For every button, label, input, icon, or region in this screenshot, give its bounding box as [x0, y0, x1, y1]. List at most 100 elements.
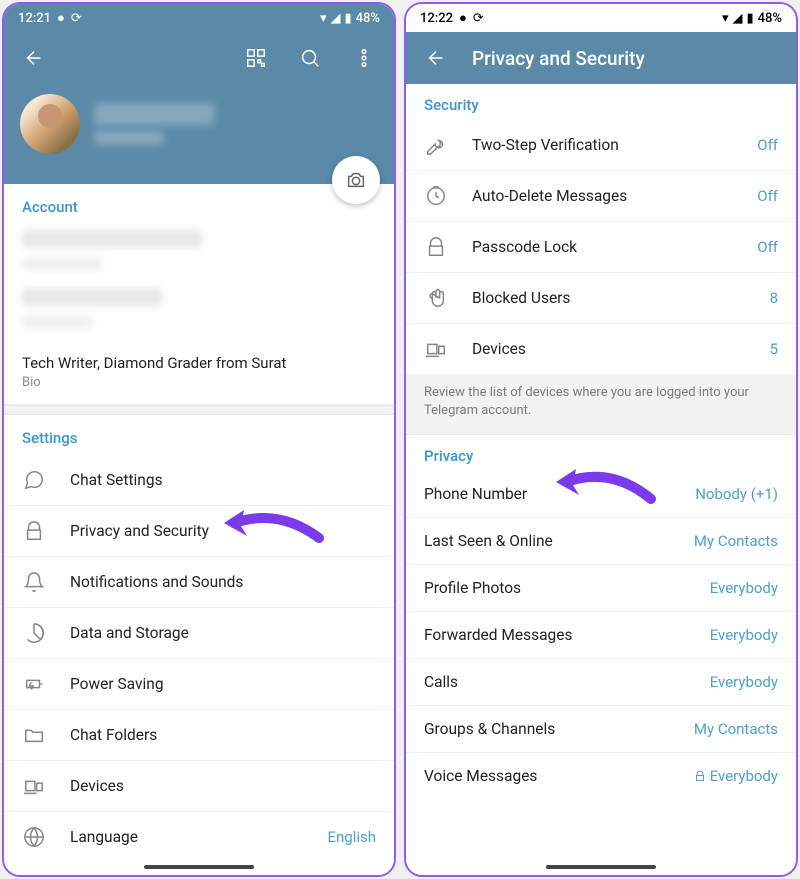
- folder-icon: [22, 724, 46, 746]
- blurred-row: [22, 258, 102, 270]
- search-button[interactable]: [292, 40, 328, 76]
- item-label: Auto-Delete Messages: [472, 187, 733, 205]
- signal-icon: ◢: [732, 11, 742, 26]
- security-section-header: Security: [406, 84, 796, 120]
- bio-row[interactable]: Tech Writer, Diamond Grader from Surat B…: [4, 344, 394, 405]
- bio-text: Tech Writer, Diamond Grader from Surat: [22, 354, 376, 372]
- lock-icon: [22, 520, 46, 542]
- profile-header: [4, 32, 394, 184]
- info-text: Review the list of devices where you are…: [406, 374, 796, 435]
- privacy-screen: 12:22 ● ⟳ ▾ ◢ ▮ 48% Privacy and Security…: [404, 2, 798, 877]
- item-label: Profile Photos: [424, 579, 521, 597]
- item-label: Data and Storage: [70, 624, 376, 642]
- item-label: Language: [70, 828, 303, 846]
- item-value: English: [327, 828, 376, 846]
- divider: [4, 405, 394, 415]
- pie-icon: [22, 622, 46, 644]
- status-bar: 12:22 ● ⟳ ▾ ◢ ▮ 48%: [406, 4, 796, 32]
- more-button[interactable]: [346, 40, 382, 76]
- status-time: 12:22: [420, 11, 453, 26]
- item-label: Calls: [424, 673, 458, 691]
- privacy-item-groups-channels[interactable]: Groups & Channels My Contacts: [406, 705, 796, 752]
- battery-icon: ▮: [746, 11, 753, 26]
- item-label: Chat Folders: [70, 726, 376, 744]
- settings-item-notifications-and-sounds[interactable]: Notifications and Sounds: [4, 556, 394, 607]
- settings-item-power-saving[interactable]: Power Saving: [4, 658, 394, 709]
- blurred-row: [22, 230, 202, 248]
- settings-screen: 12:21 ● ⟳ ▾ ◢ ▮ 48%: [2, 2, 396, 877]
- item-value: Everybody: [710, 626, 778, 644]
- item-value: Off: [757, 187, 778, 205]
- security-item-devices[interactable]: Devices 5: [406, 323, 796, 374]
- privacy-item-last-seen-online[interactable]: Last Seen & Online My Contacts: [406, 517, 796, 564]
- blurred-row: [22, 288, 162, 306]
- page-title: Privacy and Security: [472, 47, 784, 70]
- settings-item-privacy-and-security[interactable]: Privacy and Security: [4, 505, 394, 556]
- devices-icon: [22, 775, 46, 797]
- profile-name-blurred: [94, 103, 214, 125]
- wifi-icon: ▾: [722, 11, 729, 26]
- chat-status-icon: ●: [459, 10, 467, 26]
- security-item-passcode-lock[interactable]: Passcode Lock Off: [406, 221, 796, 272]
- item-label: Phone Number: [424, 485, 527, 503]
- settings-item-data-and-storage[interactable]: Data and Storage: [4, 607, 394, 658]
- privacy-item-forwarded-messages[interactable]: Forwarded Messages Everybody: [406, 611, 796, 658]
- home-indicator: [144, 865, 254, 869]
- sync-icon: ⟳: [473, 11, 484, 26]
- privacy-item-calls[interactable]: Calls Everybody: [406, 658, 796, 705]
- camera-fab[interactable]: [332, 156, 380, 204]
- wifi-icon: ▾: [320, 11, 327, 26]
- settings-item-devices[interactable]: Devices: [4, 760, 394, 811]
- item-label: Forwarded Messages: [424, 626, 572, 644]
- avatar[interactable]: [20, 94, 80, 154]
- back-button[interactable]: [16, 40, 52, 76]
- item-value: Nobody (+1): [695, 485, 778, 503]
- item-label: Devices: [70, 777, 376, 795]
- header: Privacy and Security: [406, 32, 796, 84]
- item-value: Everybody: [694, 767, 778, 785]
- item-label: Groups & Channels: [424, 720, 555, 738]
- back-button[interactable]: [418, 40, 454, 76]
- chat-bubble-icon: [22, 469, 46, 491]
- item-value: 8: [770, 289, 778, 307]
- battery-pct: 48%: [356, 11, 380, 26]
- item-label: Privacy and Security: [70, 522, 376, 540]
- item-label: Last Seen & Online: [424, 532, 553, 550]
- security-item-auto-delete-messages[interactable]: Auto-Delete Messages Off: [406, 170, 796, 221]
- privacy-item-profile-photos[interactable]: Profile Photos Everybody: [406, 564, 796, 611]
- status-bar: 12:21 ● ⟳ ▾ ◢ ▮ 48%: [4, 4, 394, 32]
- item-value: Everybody: [710, 579, 778, 597]
- item-label: Blocked Users: [472, 289, 746, 307]
- security-item-blocked-users[interactable]: Blocked Users 8: [406, 272, 796, 323]
- devices-icon: [424, 338, 448, 360]
- security-item-two-step-verification[interactable]: Two-Step Verification Off: [406, 120, 796, 170]
- battery-icon: ▮: [344, 11, 351, 26]
- settings-content: Account Tech Writer, Diamond Grader from…: [4, 184, 394, 875]
- privacy-item-phone-number[interactable]: Phone Number Nobody (+1): [406, 471, 796, 517]
- item-label: Chat Settings: [70, 471, 376, 489]
- bio-label: Bio: [22, 375, 376, 390]
- profile-status-blurred: [94, 131, 164, 145]
- lock-icon: [424, 236, 448, 258]
- item-value: Off: [757, 136, 778, 154]
- sync-icon: ⟳: [71, 11, 82, 26]
- privacy-item-voice-messages[interactable]: Voice Messages Everybody: [406, 752, 796, 799]
- item-label: Two-Step Verification: [472, 136, 733, 154]
- settings-item-chat-folders[interactable]: Chat Folders: [4, 709, 394, 760]
- item-value: Everybody: [710, 673, 778, 691]
- settings-item-chat-settings[interactable]: Chat Settings: [4, 455, 394, 505]
- settings-item-language[interactable]: Language English: [4, 811, 394, 862]
- battery-pct: 48%: [758, 11, 782, 26]
- bell-icon: [22, 571, 46, 593]
- qr-button[interactable]: [238, 40, 274, 76]
- battery-icon: [22, 673, 46, 695]
- settings-section-header: Settings: [4, 415, 394, 455]
- item-value: My Contacts: [694, 532, 778, 550]
- key-icon: [424, 134, 448, 156]
- globe-icon: [22, 826, 46, 848]
- hand-icon: [424, 287, 448, 309]
- item-label: Passcode Lock: [472, 238, 733, 256]
- privacy-section-header: Privacy: [406, 435, 796, 471]
- item-label: Power Saving: [70, 675, 376, 693]
- item-label: Devices: [472, 340, 746, 358]
